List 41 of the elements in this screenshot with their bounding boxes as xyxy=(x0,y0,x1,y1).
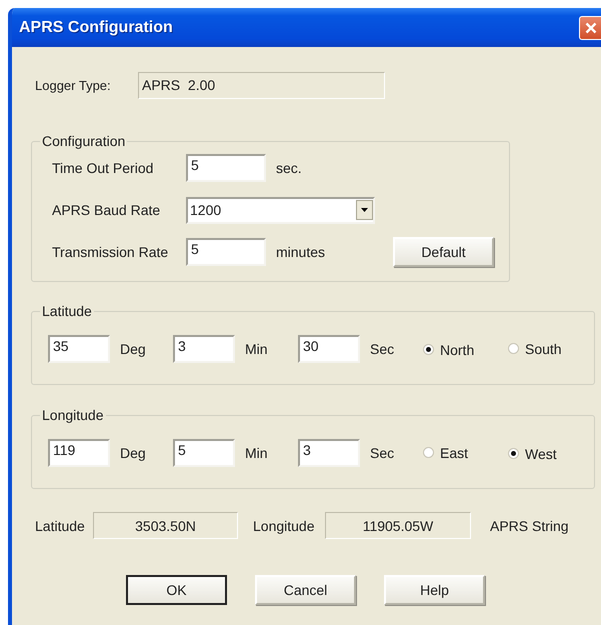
input-field[interactable]: 3 xyxy=(173,335,235,363)
group-title: Longitude xyxy=(41,407,105,423)
input-field[interactable]: 3 xyxy=(298,439,360,467)
input-field[interactable]: 30 xyxy=(298,335,360,363)
unit-label: Deg xyxy=(119,445,147,461)
readonly-field: 11905.05W xyxy=(325,512,471,539)
window-title: APRS Configuration xyxy=(19,18,173,36)
input-field[interactable]: 119 xyxy=(48,439,110,467)
field-label: Logger Type: xyxy=(35,78,112,92)
unit-label: minutes xyxy=(276,244,326,260)
unit-label: Deg xyxy=(119,341,147,357)
field-label: APRS String xyxy=(490,518,569,534)
unit-label: Sec xyxy=(369,445,396,461)
radio-button[interactable]: North xyxy=(423,342,474,358)
radio-button[interactable]: West xyxy=(508,446,557,462)
radio-button[interactable]: East xyxy=(423,444,468,461)
dialog-button[interactable]: Help xyxy=(384,575,485,605)
input-field[interactable]: 5 xyxy=(186,154,266,182)
dropdown[interactable]: 1200 xyxy=(186,196,375,224)
input-field[interactable]: 5 xyxy=(173,439,235,467)
input-field[interactable]: 5 xyxy=(186,238,266,266)
unit-label: Sec xyxy=(369,341,396,357)
unit-label: Min xyxy=(244,445,269,461)
readonly-field: APRS 2.00 xyxy=(138,72,385,98)
field-label: APRS Baud Rate xyxy=(52,202,162,218)
radio-button[interactable]: South xyxy=(508,340,562,357)
group-title: Configuration xyxy=(41,133,126,149)
field-label: Transmission Rate xyxy=(52,244,170,260)
close-button[interactable] xyxy=(579,16,601,40)
default-button[interactable]: Default xyxy=(393,237,494,267)
field-label: Latitude xyxy=(35,518,86,534)
field-label: Longitude xyxy=(253,518,316,534)
close-icon xyxy=(584,22,596,34)
field-label: Time Out Period xyxy=(52,160,154,176)
dialog-button[interactable]: Cancel xyxy=(255,575,356,605)
input-field[interactable]: 35 xyxy=(48,335,110,363)
unit-label: Min xyxy=(244,341,269,357)
group-title: Latitude xyxy=(41,303,93,319)
unit-label: sec. xyxy=(276,160,302,176)
dialog-button[interactable]: OK xyxy=(126,575,227,605)
readonly-field: 3503.50N xyxy=(93,512,238,539)
